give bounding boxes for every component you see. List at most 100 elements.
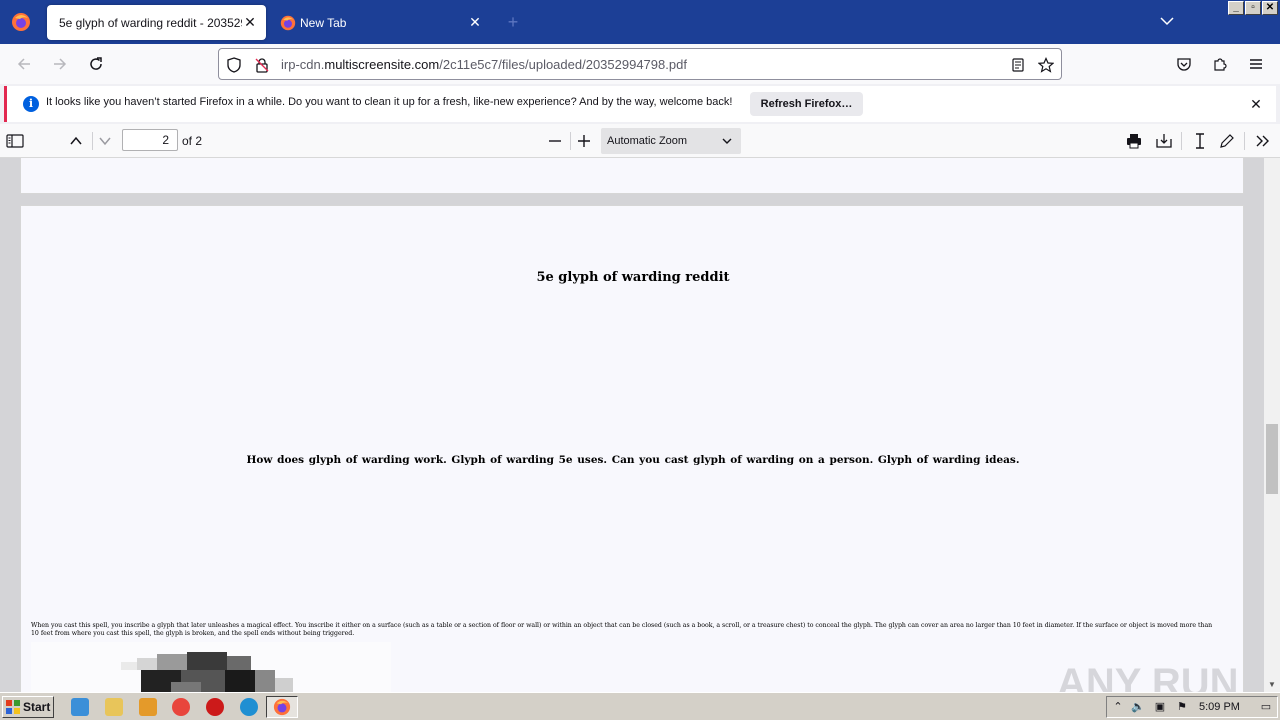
document-image: [31, 642, 391, 692]
address-bar[interactable]: irp-cdn.multiscreensite.com/2c11e5c7/fil…: [218, 48, 1062, 80]
start-button[interactable]: Start: [2, 696, 54, 718]
chevron-up-icon[interactable]: ⌃: [1111, 700, 1125, 714]
divider: [1181, 132, 1182, 150]
pocket-button[interactable]: [1172, 52, 1196, 76]
previous-page-button[interactable]: [65, 130, 87, 152]
printer-icon: [1127, 134, 1141, 149]
draw-tool-button[interactable]: [1216, 130, 1238, 152]
edge-icon[interactable]: [240, 698, 258, 716]
opera-icon[interactable]: [206, 698, 224, 716]
chrome-icon[interactable]: [172, 698, 190, 716]
bookmark-star-icon[interactable]: [1037, 56, 1055, 74]
close-icon[interactable]: ✕: [1248, 96, 1264, 112]
text-tool-button[interactable]: [1189, 130, 1211, 152]
volume-icon[interactable]: 🔈: [1131, 700, 1145, 714]
firefox-icon: [273, 698, 291, 716]
new-tab-button[interactable]: +: [503, 12, 523, 32]
pencil-icon: [1220, 134, 1234, 148]
network-icon[interactable]: ▣: [1153, 700, 1167, 714]
document-title: 5e glyph of warding reddit: [536, 270, 730, 285]
internet-explorer-icon[interactable]: [71, 698, 89, 716]
pdf-toolbar: 2 of 2 Automatic Zoom: [0, 124, 1280, 158]
url-domain: multiscreensite.com: [324, 57, 440, 72]
forward-button[interactable]: [48, 52, 72, 76]
puzzle-icon: [1214, 58, 1227, 71]
app-menu-button[interactable]: [1244, 52, 1268, 76]
tab-title: New Tab: [300, 15, 347, 30]
firefox-icon: [12, 13, 30, 31]
back-button[interactable]: [12, 52, 36, 76]
zoom-select[interactable]: Automatic Zoom: [601, 128, 741, 154]
media-player-icon[interactable]: [139, 698, 157, 716]
reader-view-icon[interactable]: [1009, 56, 1027, 74]
clock[interactable]: 5:09 PM: [1199, 701, 1240, 713]
url-prefix: irp-cdn.: [281, 57, 325, 72]
watermark-logo: ANY RUN: [1057, 654, 1257, 692]
pdf-viewer[interactable]: 5e glyph of warding reddit How does glyp…: [0, 158, 1280, 692]
start-label: Start: [23, 700, 51, 714]
pdf-page-2: 5e glyph of warding reddit How does glyp…: [20, 205, 1244, 692]
tab-active[interactable]: 5e glyph of warding reddit - 20352994798…: [47, 5, 266, 40]
pdf-page-1: [20, 158, 1244, 194]
watermark-text: ANY RUN: [1057, 661, 1239, 692]
windows-taskbar: Start ⌃ 🔈 ▣ ⚑ 5:09 PM ▭: [0, 692, 1280, 720]
scroll-down-arrow[interactable]: ▼: [1266, 680, 1278, 690]
close-icon[interactable]: ✕: [242, 14, 258, 31]
chevron-down-icon: [1160, 17, 1174, 26]
page-number-input[interactable]: 2: [122, 129, 178, 151]
file-explorer-icon[interactable]: [105, 698, 123, 716]
next-page-button[interactable]: [94, 130, 116, 152]
tab-strip: 5e glyph of warding reddit - 20352994798…: [0, 0, 1280, 44]
show-desktop-icon[interactable]: ▭: [1259, 700, 1273, 714]
extensions-button[interactable]: [1208, 52, 1232, 76]
tab-new-tab[interactable]: New Tab ✕: [272, 5, 491, 40]
save-button[interactable]: [1153, 130, 1175, 152]
chevron-up-icon: [70, 136, 82, 145]
reload-icon: [90, 57, 102, 70]
print-button[interactable]: [1123, 130, 1145, 152]
lock-insecure-icon[interactable]: [253, 56, 271, 74]
page-count: of 2: [182, 134, 203, 148]
double-chevron-right-icon: [1256, 135, 1269, 147]
taskbar-firefox-button[interactable]: [266, 696, 298, 718]
system-tray: ⌃ 🔈 ▣ ⚑ 5:09 PM ▭: [1106, 696, 1278, 718]
reload-button[interactable]: [84, 52, 108, 76]
tools-menu-button[interactable]: [1252, 130, 1274, 152]
divider: [92, 132, 93, 150]
url-path: /2c11e5c7/files/uploaded/20352994798.pdf: [439, 57, 687, 72]
minimize-button[interactable]: _: [1228, 1, 1244, 15]
navigation-bar: irp-cdn.multiscreensite.com/2c11e5c7/fil…: [0, 44, 1280, 84]
info-icon: i: [23, 96, 39, 112]
list-all-tabs-button[interactable]: [1158, 12, 1176, 30]
notification-message: It looks like you haven’t started Firefo…: [46, 96, 733, 108]
refresh-firefox-notification: i It looks like you haven’t started Fire…: [4, 86, 1276, 122]
text-cursor-icon: [1196, 133, 1204, 149]
chevron-down-icon: [99, 137, 111, 146]
document-related-links[interactable]: How does glyph of warding work. Glyph of…: [21, 454, 1245, 466]
maximize-button[interactable]: ▫: [1245, 1, 1261, 15]
close-icon[interactable]: ✕: [467, 14, 483, 31]
vertical-scrollbar[interactable]: ▼: [1264, 158, 1280, 692]
hamburger-menu-icon: [1250, 59, 1262, 69]
refresh-firefox-button[interactable]: Refresh Firefox…: [750, 92, 863, 116]
shield-icon[interactable]: [225, 56, 243, 74]
window-controls: _ ▫ ✕: [1228, 1, 1278, 15]
divider: [1244, 132, 1245, 150]
arrow-left-icon: [17, 58, 30, 70]
scrollbar-thumb[interactable]: [1266, 424, 1278, 494]
zoom-in-button[interactable]: [573, 130, 595, 152]
url-text: irp-cdn.multiscreensite.com/2c11e5c7/fil…: [281, 57, 687, 72]
screen: 5e glyph of warding reddit - 20352994798…: [0, 0, 1280, 720]
firefox-view-button[interactable]: [8, 9, 34, 35]
chevron-down-icon: [721, 128, 733, 157]
minus-icon: [549, 140, 561, 142]
flag-icon[interactable]: ⚑: [1175, 700, 1189, 714]
document-paragraph: When you cast this spell, you inscribe a…: [31, 622, 1213, 637]
close-window-button[interactable]: ✕: [1262, 1, 1278, 15]
divider: [570, 132, 571, 150]
zoom-out-button[interactable]: [544, 130, 566, 152]
download-icon: [1156, 134, 1172, 148]
zoom-value: Automatic Zoom: [607, 135, 688, 147]
sidebar-toggle-button[interactable]: [4, 130, 26, 152]
arrow-right-icon: [54, 58, 67, 70]
